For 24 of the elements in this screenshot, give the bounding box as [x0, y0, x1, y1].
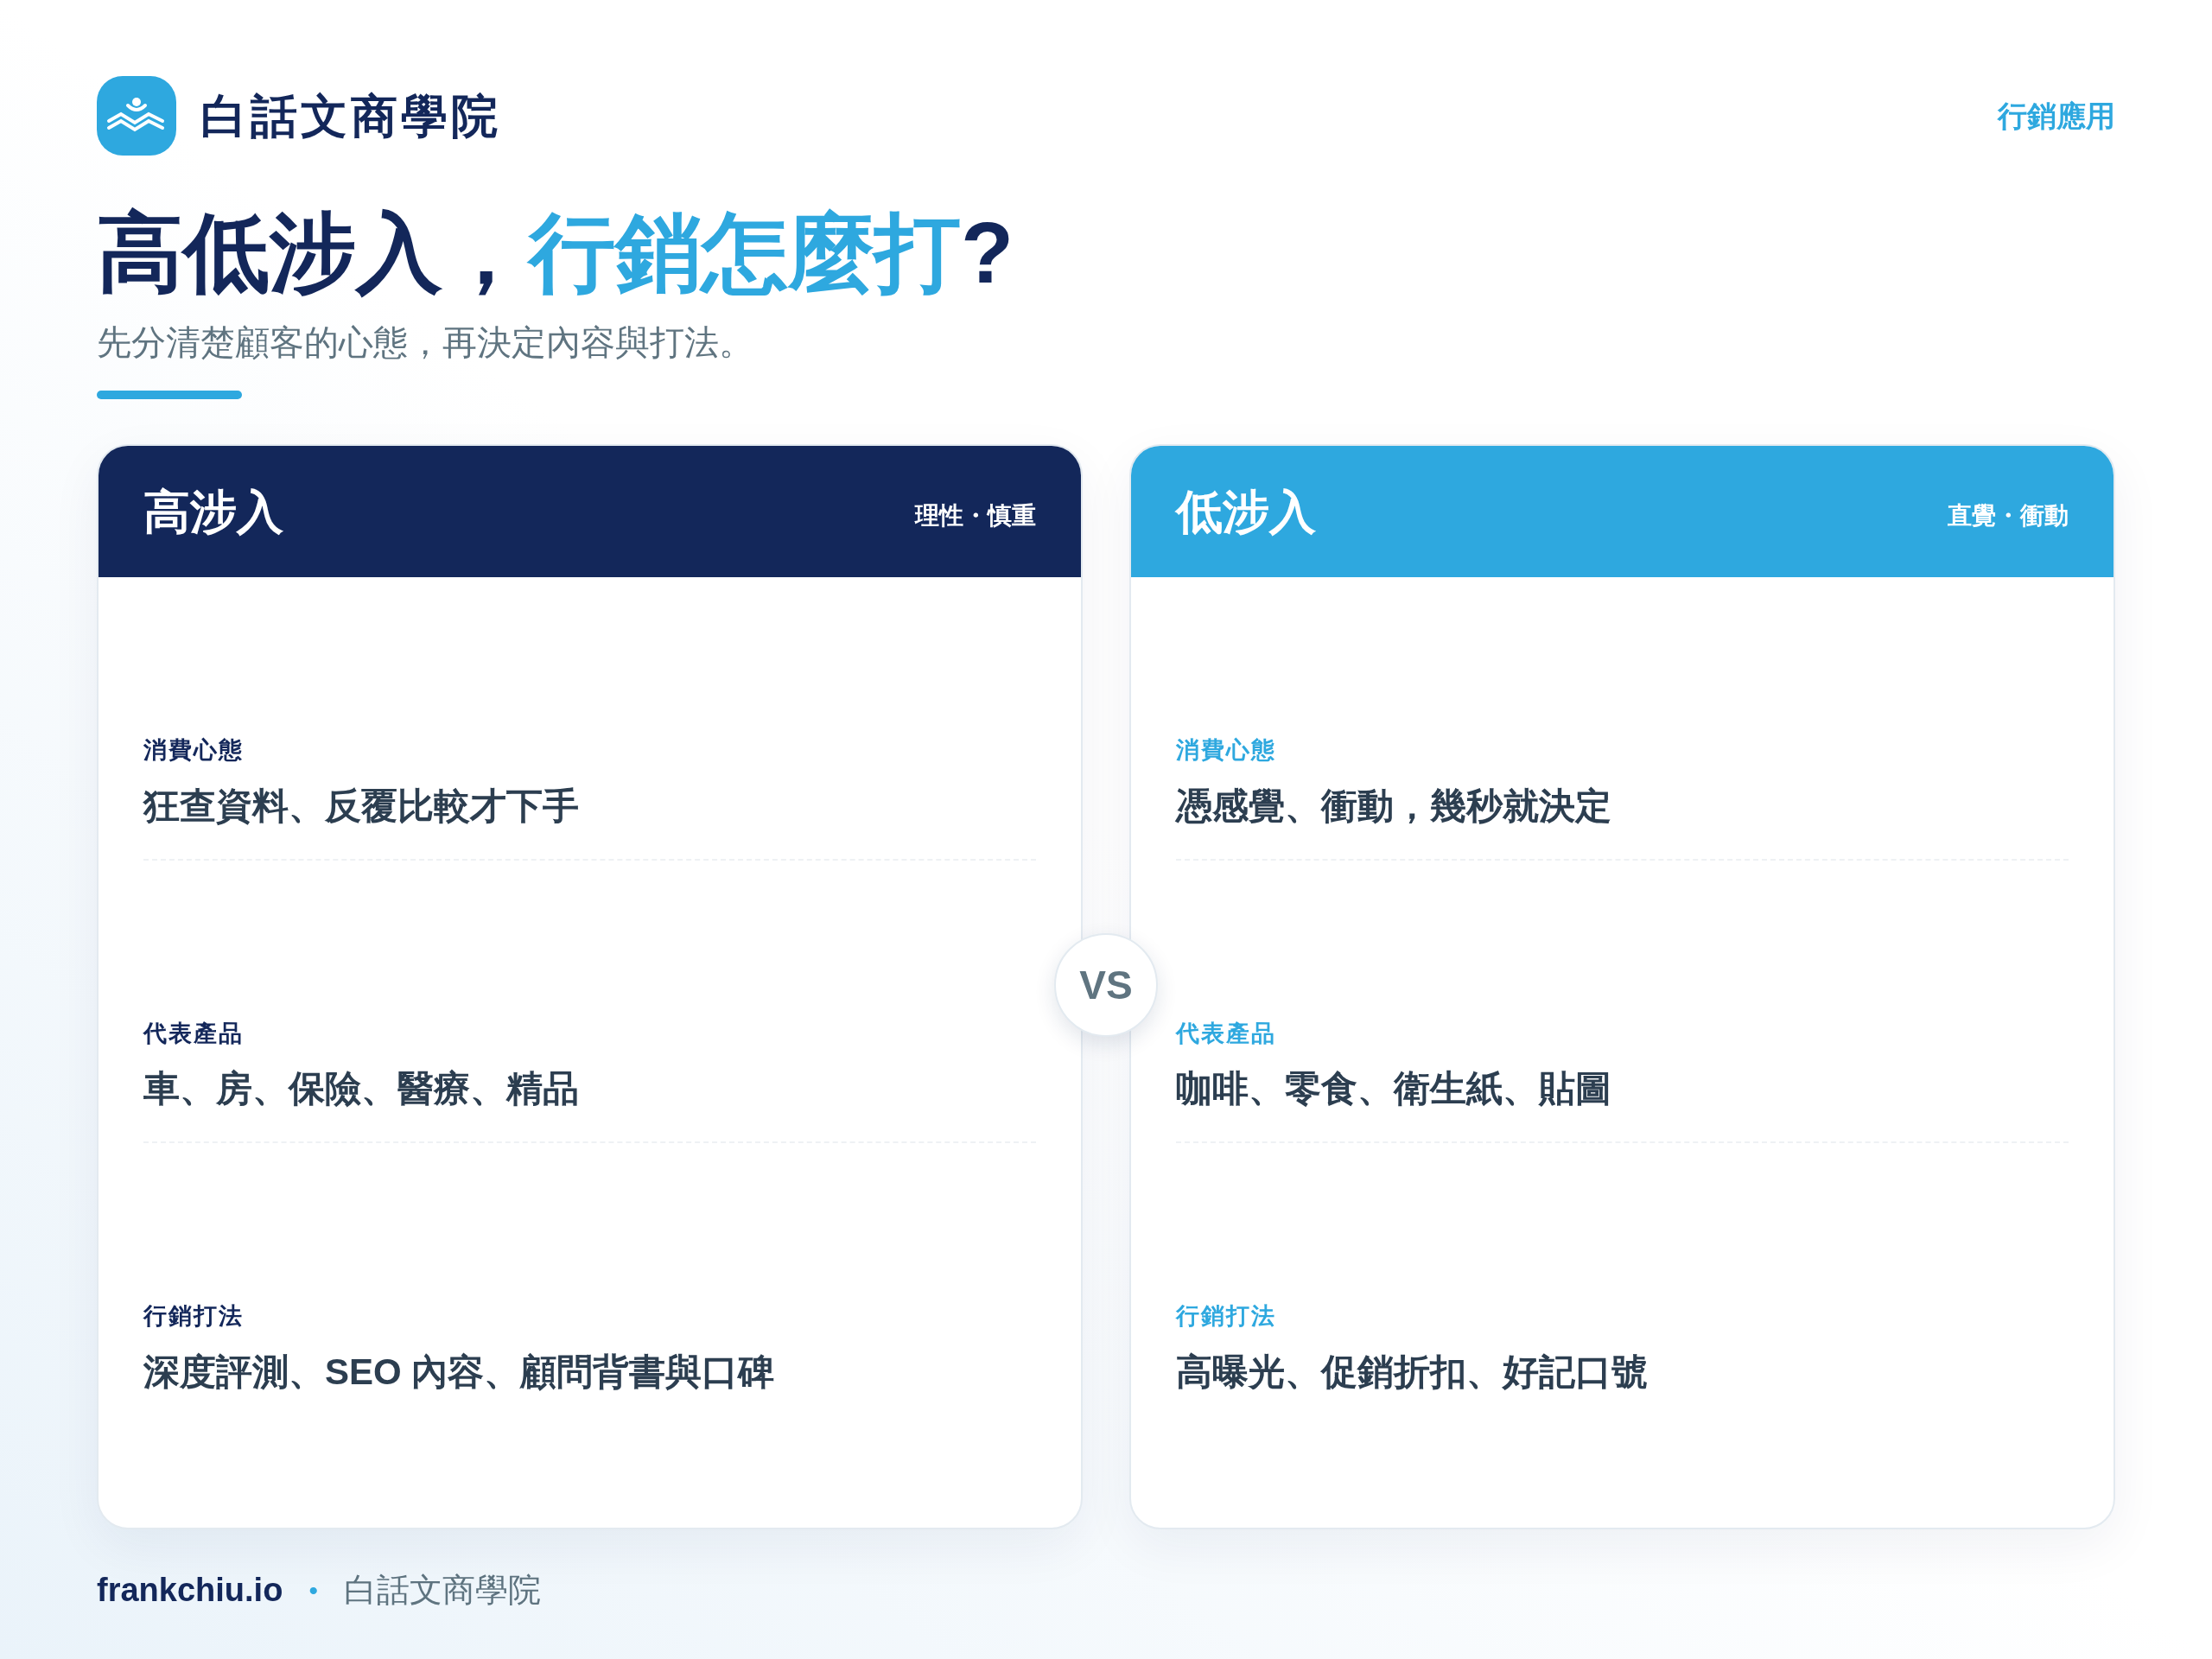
- row-label: 消費心態: [1176, 736, 1277, 765]
- row-label: 代表產品: [143, 1019, 245, 1048]
- card-title: 高涉入: [143, 484, 283, 539]
- row-value: 高曝光、促銷折扣、好記口號: [1176, 1350, 1649, 1394]
- row-value: 咖啡、零食、衛生紙、貼圖: [1176, 1067, 1612, 1110]
- card-title: 低涉入: [1176, 484, 1316, 539]
- row-value: 車、房、保險、醫療、精品: [143, 1067, 580, 1110]
- row-label: 代表產品: [1176, 1019, 1277, 1048]
- footer-site: frankchiu.io: [97, 1571, 283, 1610]
- brand-name: 白話文商學院: [200, 88, 501, 143]
- card-tag: 理性・慎重: [915, 498, 1036, 534]
- card-tag: 直覺・衝動: [1948, 498, 2069, 534]
- row-label: 行銷打法: [1176, 1302, 1277, 1331]
- row-label: 消費心態: [143, 736, 245, 765]
- page-title: 高低涉入，行銷怎麼打?: [97, 203, 1015, 302]
- row-value: 深度評測、SEO 內容、顧問背書與口碑: [143, 1350, 776, 1394]
- row-label: 行銷打法: [143, 1302, 245, 1331]
- footer-brand: 白話文商學院: [343, 1571, 541, 1610]
- row-value: 憑感覺、衝動，幾秒就決定: [1176, 784, 1612, 828]
- logo-icon: [97, 76, 176, 156]
- footer-dot: •: [308, 1575, 318, 1606]
- subtitle: 先分清楚顧客的心態，再決定內容與打法。: [97, 322, 754, 363]
- row-value: 狂查資料、反覆比較才下手: [143, 784, 580, 828]
- category-label: 行銷應用: [1998, 98, 2115, 134]
